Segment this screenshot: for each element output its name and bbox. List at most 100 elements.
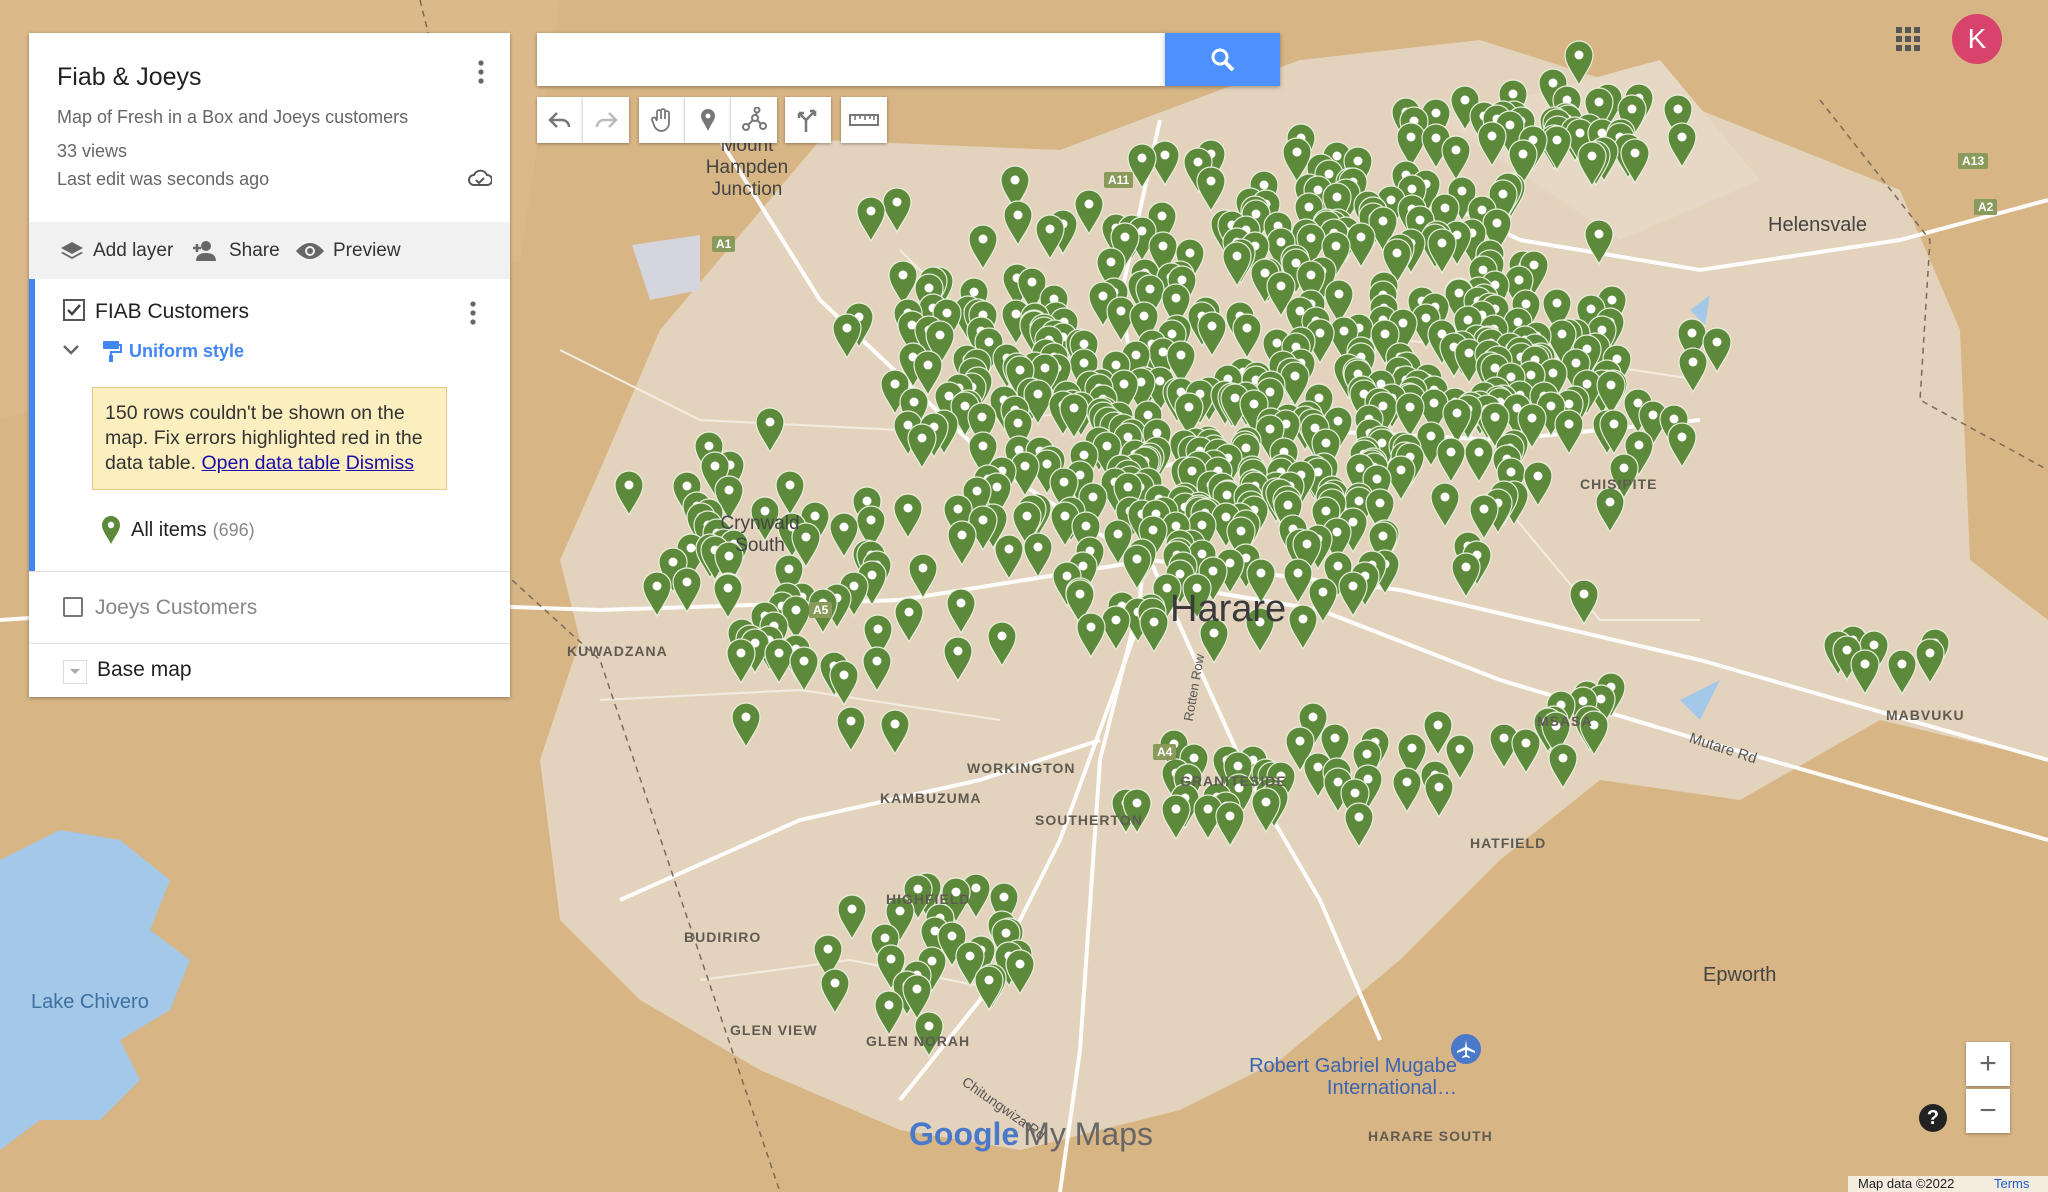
- customer-marker-dot: [1548, 78, 1558, 88]
- zoom-out-button[interactable]: −: [1966, 1089, 2010, 1133]
- customer-marker-dot: [1463, 315, 1473, 325]
- share-button[interactable]: Share: [191, 222, 280, 279]
- layer-checkbox-fiab[interactable]: [62, 298, 86, 322]
- zoom-in-button[interactable]: +: [1966, 1042, 2010, 1086]
- customer-marker-dot: [969, 287, 979, 297]
- customer-marker-dot: [847, 904, 857, 914]
- customer-marker-dot: [1479, 504, 1489, 514]
- customer-marker-dot: [1290, 371, 1300, 381]
- customer-marker-dot: [1451, 145, 1461, 155]
- customer-marker-dot: [1677, 132, 1687, 142]
- customer-marker-dot: [890, 379, 900, 389]
- customer-marker-dot: [710, 461, 720, 471]
- customer-marker-dot: [1158, 347, 1168, 357]
- customer-marker-dot: [866, 515, 876, 525]
- measure-button[interactable]: [841, 97, 887, 143]
- customer-marker-dot: [1004, 544, 1014, 554]
- dismiss-link[interactable]: Dismiss: [346, 452, 414, 474]
- all-items-count: (696): [212, 519, 255, 540]
- customer-marker-dot: [1677, 432, 1687, 442]
- layer-joeys-customers[interactable]: Joeys Customers: [29, 572, 510, 642]
- customer-marker-dot: [1283, 500, 1293, 510]
- customer-marker-dot: [1348, 581, 1358, 591]
- customer-marker-dot: [1027, 277, 1037, 287]
- map-label-harare: Harare: [1170, 588, 1287, 630]
- uniform-style-label: Uniform style: [129, 340, 245, 361]
- add-layer-button[interactable]: Add layer: [59, 222, 173, 279]
- customer-marker-dot: [1291, 258, 1301, 268]
- customer-marker-dot: [1131, 350, 1141, 360]
- redo-button[interactable]: [583, 97, 629, 143]
- customer-marker-dot: [736, 648, 746, 658]
- airport-icon[interactable]: [1451, 1034, 1481, 1064]
- layers-icon: [61, 241, 83, 259]
- customer-marker-dot: [1256, 568, 1266, 578]
- customer-marker-dot: [1521, 299, 1531, 309]
- customer-marker-dot: [898, 270, 908, 280]
- chevron-down-icon[interactable]: [59, 339, 83, 361]
- customer-marker-dot: [1380, 329, 1390, 339]
- more-options-icon[interactable]: [469, 57, 493, 87]
- customer-marker-dot: [682, 481, 692, 491]
- customer-marker-dot: [1222, 490, 1232, 500]
- avatar[interactable]: K: [1952, 14, 2002, 64]
- base-map-label[interactable]: Base map: [97, 658, 192, 682]
- customer-marker-dot: [1149, 617, 1159, 627]
- customer-marker-dot: [1594, 97, 1604, 107]
- customer-marker-dot: [1187, 466, 1197, 476]
- road-shield-a13: A13: [1958, 153, 1989, 169]
- customer-marker-dot: [1102, 441, 1112, 451]
- customer-marker-dot: [1518, 149, 1528, 159]
- layer-name-joeys[interactable]: Joeys Customers: [95, 596, 257, 620]
- customer-marker-dot: [965, 951, 975, 961]
- customer-marker-dot: [1461, 562, 1471, 572]
- map-title[interactable]: Fiab & Joeys: [57, 63, 202, 92]
- customer-marker-dot: [1292, 147, 1302, 157]
- help-button[interactable]: ?: [1919, 1104, 1947, 1132]
- layer-actions-bar: Add layer Share Preview: [29, 222, 510, 279]
- layer-name-fiab[interactable]: FIAB Customers: [95, 300, 249, 324]
- search-button[interactable]: [1165, 33, 1280, 86]
- customer-marker-dot: [1260, 268, 1270, 278]
- customer-marker-dot: [1225, 558, 1235, 568]
- layer-fiab-customers[interactable]: FIAB Customers Uniform style 150 rows co…: [29, 279, 510, 571]
- base-map-row[interactable]: Base map: [29, 644, 510, 697]
- customer-marker-dot: [1627, 104, 1637, 114]
- map-label-helensvale: Helensvale: [1768, 214, 1867, 236]
- layer-options-icon[interactable]: [461, 299, 485, 327]
- customer-marker-dot: [960, 401, 970, 411]
- customer-marker-dot: [1075, 589, 1085, 599]
- map-label-airport: Robert Gabriel Mugabe International…: [1249, 1055, 1457, 1099]
- customer-marker-dot: [1506, 467, 1516, 477]
- terms-link[interactable]: Terms: [1994, 1176, 2029, 1191]
- customer-marker-dot: [1013, 210, 1023, 220]
- all-items-row[interactable]: All items (696): [101, 515, 255, 545]
- customer-marker-dot: [992, 482, 1002, 492]
- customer-marker-dot: [918, 563, 928, 573]
- road-shield-a1: A1: [712, 236, 736, 252]
- customer-marker-dot: [1596, 694, 1606, 704]
- apps-grid-icon[interactable]: [1893, 24, 1923, 54]
- undo-button[interactable]: [537, 97, 583, 143]
- layer-checkbox-joeys[interactable]: [63, 597, 83, 617]
- customer-marker-dot: [1407, 743, 1417, 753]
- search-input[interactable]: [537, 33, 1165, 86]
- customer-marker-dot: [1477, 205, 1487, 215]
- open-data-table-link[interactable]: Open data table: [202, 452, 341, 474]
- map-description[interactable]: Map of Fresh in a Box and Joeys customer…: [57, 107, 408, 128]
- customer-marker-dot: [723, 583, 733, 593]
- customer-marker-dot: [1171, 293, 1181, 303]
- customer-marker-dot: [978, 234, 988, 244]
- add-marker-button[interactable]: [685, 97, 731, 143]
- legend-panel: Fiab & Joeys Map of Fresh in a Box and J…: [29, 33, 510, 697]
- select-hand-button[interactable]: [639, 97, 685, 143]
- preview-button[interactable]: Preview: [295, 222, 401, 279]
- customer-marker-dot: [1405, 402, 1415, 412]
- customer-marker-dot: [927, 956, 937, 966]
- directions-button[interactable]: [785, 97, 831, 143]
- customer-marker-dot: [1605, 497, 1615, 507]
- draw-line-button[interactable]: [731, 97, 777, 143]
- uniform-style-link[interactable]: Uniform style: [101, 339, 244, 363]
- base-map-dropdown-icon[interactable]: [63, 660, 87, 684]
- customer-marker-dot: [1143, 410, 1153, 420]
